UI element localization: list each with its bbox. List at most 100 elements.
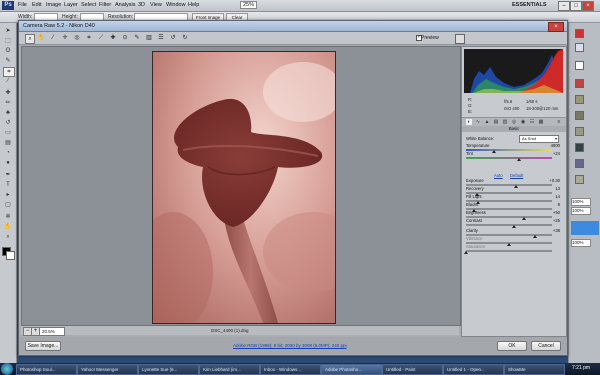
straighten-tool-icon[interactable]: ⟋ [97,34,105,42]
stamp-tool-icon[interactable]: ♣ [3,109,13,117]
path-select-tool-icon[interactable]: ▸ [3,191,13,199]
adjustments-icon-5[interactable] [575,143,584,152]
zoom-level-select[interactable]: 20.5% [39,327,65,336]
slider-value[interactable]: +50 [553,210,560,215]
move-tool-icon[interactable]: ➤ [3,27,13,35]
menu-window[interactable]: Window [166,2,186,8]
targeted-adjust-tool-icon[interactable]: ◎ [73,34,81,42]
adjustments-icon-2[interactable] [575,95,584,104]
white-balance-select[interactable]: As Shot ▾ [519,135,559,143]
gradient-tool-icon[interactable]: ▤ [3,139,13,147]
blur-tool-icon[interactable]: ◔ [3,149,13,157]
red-eye-tool-icon[interactable]: ⊙ [121,34,129,42]
taskbar-item[interactable]: ShowMe [504,364,565,375]
zoom-tool-icon[interactable]: ⌕ [3,233,13,241]
slider-value[interactable]: 4600 [551,143,560,148]
zoom-level[interactable]: 25% [240,1,258,9]
marquee-tool-icon[interactable]: ⬚ [3,37,13,45]
menu-help[interactable]: Help [188,2,199,8]
zoom-tool-icon[interactable]: ⌕ [25,34,35,44]
adjustments-icon-4[interactable] [575,127,584,136]
menu-3d[interactable]: 3D [138,2,145,8]
slider-thumb[interactable] [522,217,527,220]
fill-field[interactable]: 100% [571,207,591,215]
photoshop-logo-icon[interactable]: Ps [2,1,14,10]
styles-panel-icon[interactable] [575,61,584,70]
slider-track[interactable] [466,250,552,252]
menu-view[interactable]: View [150,2,162,8]
eraser-tool-icon[interactable]: ▭ [3,129,13,137]
auto-button[interactable]: Auto [494,173,503,178]
white-balance-tool-icon[interactable]: ⁄ [49,34,57,42]
slider-track[interactable] [466,149,552,151]
lens-tab-icon[interactable]: ◎ [511,119,517,125]
taskbar-item[interactable]: Photoshop Soul... [16,364,77,375]
hsl-tab-icon[interactable]: ▤ [493,119,499,125]
fullscreen-icon[interactable] [455,34,465,44]
gradient-filter-icon[interactable]: ▥ [145,34,153,42]
rotate-right-icon[interactable]: ↻ [181,34,189,42]
slider-track[interactable] [466,224,552,226]
dialog-titlebar[interactable]: Camera Raw 5.2 - Nikon D40 × [19,21,567,32]
crop-tool-icon[interactable]: ⌗ [85,34,93,42]
adjustments-icon-7[interactable] [575,175,584,184]
eyedropper-tool-icon[interactable]: ⁄ [3,77,13,85]
selected-layer[interactable] [571,221,599,235]
slider-value[interactable]: +38 [553,228,560,233]
basic-tab-icon[interactable]: ◐ [466,119,472,125]
color-panel-icon[interactable] [575,29,584,38]
color-sampler-tool-icon[interactable]: ✛ [61,34,69,42]
cancel-button[interactable]: Cancel [531,341,561,351]
slider-thumb[interactable] [492,150,497,153]
adjustments-icon-3[interactable] [575,111,584,120]
taskbar-item[interactable]: Untitled 1 - Open... [443,364,504,375]
rotate-left-icon[interactable]: ↺ [169,34,177,42]
slider-value[interactable]: +24 [553,151,560,156]
split-toning-tab-icon[interactable]: ▥ [502,119,508,125]
lasso-tool-icon[interactable]: ʘ [3,47,13,55]
minimize-icon[interactable]: – [558,1,570,11]
hand-tool-icon[interactable]: ✋ [37,34,45,42]
slider-track[interactable] [466,157,552,159]
crop-tool-icon[interactable]: ⌗ [3,67,15,77]
swatches-panel-icon[interactable] [575,43,584,52]
slider-value[interactable]: 13 [555,186,560,191]
adjustments-icon-1[interactable] [575,79,584,88]
snapshots-tab-icon[interactable]: ▦ [538,119,544,125]
slider-value[interactable]: +25 [553,218,560,223]
menu-analysis[interactable]: Analysis [115,2,135,8]
quick-select-tool-icon[interactable]: ✎ [3,57,13,65]
background-color-swatch[interactable] [6,251,15,260]
pen-tool-icon[interactable]: ✒ [3,171,13,179]
panel-menu-icon[interactable]: ≡ [556,119,562,125]
maximize-icon[interactable]: □ [570,1,582,11]
workflow-options-link[interactable]: Adobe RGB (1998); 8 bit; 2000 by 3008 (6… [233,343,347,348]
menu-file[interactable]: File [18,2,27,8]
detail-tab-icon[interactable]: ▲ [484,119,490,125]
save-image-button[interactable]: Save Image... [25,341,61,351]
adjustments-icon-6[interactable] [575,159,584,168]
default-button[interactable]: Default [510,173,523,178]
shape-tool-icon[interactable]: ▢ [3,201,13,209]
start-button-icon[interactable] [1,363,13,375]
slider-thumb[interactable] [517,158,522,161]
type-tool-icon[interactable]: T [3,181,13,189]
opacity-field[interactable]: 100% [571,198,591,206]
slider-thumb[interactable] [507,243,511,246]
slider-value[interactable]: +0.30 [549,178,560,183]
history-brush-tool-icon[interactable]: ↺ [3,119,13,127]
taskbar-item[interactable]: Kim Liebhard (im... [199,364,260,375]
preferences-icon[interactable]: ☰ [157,34,165,42]
slider-thumb[interactable] [532,235,537,238]
taskbar-item[interactable]: Yahoo! Messenger [77,364,138,375]
presets-tab-icon[interactable]: ☷ [529,119,535,125]
slider-thumb[interactable] [512,225,517,228]
taskbar-item[interactable]: Lynnette Sue (6... [138,364,199,375]
dodge-tool-icon[interactable]: ● [3,159,13,167]
close-icon[interactable]: × [582,1,594,11]
dialog-close-icon[interactable]: × [548,22,564,32]
hand-tool-icon[interactable]: ✋ [3,223,13,231]
slider-value[interactable]: 9 [558,202,560,207]
taskbar-item[interactable]: Adobe Photosho... [321,364,382,375]
ok-button[interactable]: OK [497,341,527,351]
